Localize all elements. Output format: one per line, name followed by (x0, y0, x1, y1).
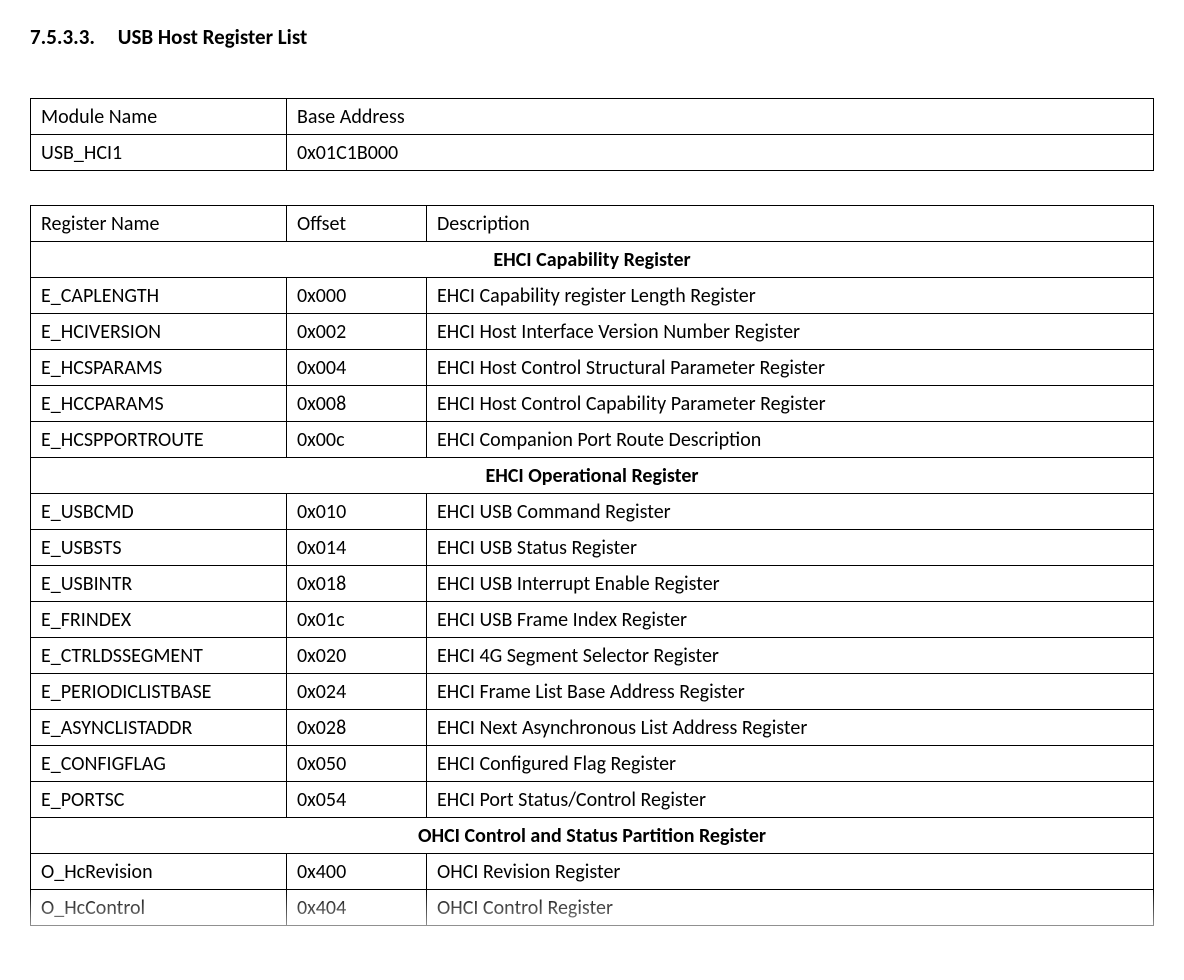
offset-cell: 0x008 (287, 386, 427, 422)
description-cell: EHCI Capability register Length Register (427, 278, 1154, 314)
table-row: O_HcRevision 0x400 OHCI Revision Registe… (31, 854, 1154, 890)
register-name-cell: E_CAPLENGTH (31, 278, 287, 314)
description-cell: OHCI Revision Register (427, 854, 1154, 890)
description-cell: EHCI USB Command Register (427, 494, 1154, 530)
table-row: E_FRINDEX 0x01c EHCI USB Frame Index Reg… (31, 602, 1154, 638)
register-table: Register Name Offset Description EHCI Ca… (30, 205, 1154, 926)
offset-cell: 0x020 (287, 638, 427, 674)
register-name-cell: E_HCSPPORTROUTE (31, 422, 287, 458)
description-cell: OHCI Control Register (427, 890, 1154, 926)
register-name-cell: O_HcControl (31, 890, 287, 926)
table-row: E_ASYNCLISTADDR 0x028 EHCI Next Asynchro… (31, 710, 1154, 746)
description-cell: EHCI Frame List Base Address Register (427, 674, 1154, 710)
section-title-cell: EHCI Operational Register (31, 458, 1154, 494)
section-title-cell: EHCI Capability Register (31, 242, 1154, 278)
register-name-cell: E_HCIVERSION (31, 314, 287, 350)
register-name-cell: E_CONFIGFLAG (31, 746, 287, 782)
section-heading: 7.5.3.3. USB Host Register List (30, 24, 1154, 50)
table-row: E_CONFIGFLAG 0x050 EHCI Configured Flag … (31, 746, 1154, 782)
table-header-row: Register Name Offset Description (31, 206, 1154, 242)
table-row: E_USBINTR 0x018 EHCI USB Interrupt Enabl… (31, 566, 1154, 602)
description-cell: EHCI Configured Flag Register (427, 746, 1154, 782)
section-row: OHCI Control and Status Partition Regist… (31, 818, 1154, 854)
table-row: E_HCIVERSION 0x002 EHCI Host Interface V… (31, 314, 1154, 350)
register-name-cell: O_HcRevision (31, 854, 287, 890)
section-number: 7.5.3.3. (30, 24, 95, 50)
offset-cell: 0x018 (287, 566, 427, 602)
register-name-header: Register Name (31, 206, 287, 242)
description-cell: EHCI Host Interface Version Number Regis… (427, 314, 1154, 350)
offset-header: Offset (287, 206, 427, 242)
description-cell: EHCI Companion Port Route Description (427, 422, 1154, 458)
offset-cell: 0x01c (287, 602, 427, 638)
register-name-cell: E_USBCMD (31, 494, 287, 530)
section-row: EHCI Operational Register (31, 458, 1154, 494)
register-name-cell: E_PERIODICLISTBASE (31, 674, 287, 710)
offset-cell: 0x028 (287, 710, 427, 746)
description-cell: EHCI Host Control Structural Parameter R… (427, 350, 1154, 386)
offset-cell: 0x004 (287, 350, 427, 386)
table-row: E_PERIODICLISTBASE 0x024 EHCI Frame List… (31, 674, 1154, 710)
table-row: E_PORTSC 0x054 EHCI Port Status/Control … (31, 782, 1154, 818)
table-row: E_HCSPPORTROUTE 0x00c EHCI Companion Por… (31, 422, 1154, 458)
offset-cell: 0x404 (287, 890, 427, 926)
offset-cell: 0x024 (287, 674, 427, 710)
register-name-cell: E_ASYNCLISTADDR (31, 710, 287, 746)
table-row: USB_HCI1 0x01C1B000 (31, 135, 1154, 171)
offset-cell: 0x050 (287, 746, 427, 782)
offset-cell: 0x00c (287, 422, 427, 458)
register-name-cell: E_HCSPARAMS (31, 350, 287, 386)
register-name-cell: E_HCCPARAMS (31, 386, 287, 422)
base-address-header: Base Address (287, 99, 1154, 135)
offset-cell: 0x002 (287, 314, 427, 350)
description-cell: EHCI Next Asynchronous List Address Regi… (427, 710, 1154, 746)
table-row: E_CTRLDSSEGMENT 0x020 EHCI 4G Segment Se… (31, 638, 1154, 674)
description-cell: EHCI Host Control Capability Parameter R… (427, 386, 1154, 422)
description-cell: EHCI USB Interrupt Enable Register (427, 566, 1154, 602)
table-row: E_USBSTS 0x014 EHCI USB Status Register (31, 530, 1154, 566)
offset-cell: 0x000 (287, 278, 427, 314)
register-name-cell: E_PORTSC (31, 782, 287, 818)
base-address-cell: 0x01C1B000 (287, 135, 1154, 171)
table-row: E_HCCPARAMS 0x008 EHCI Host Control Capa… (31, 386, 1154, 422)
offset-cell: 0x400 (287, 854, 427, 890)
register-name-cell: E_CTRLDSSEGMENT (31, 638, 287, 674)
offset-cell: 0x010 (287, 494, 427, 530)
description-cell: EHCI USB Frame Index Register (427, 602, 1154, 638)
offset-cell: 0x014 (287, 530, 427, 566)
register-name-cell: E_FRINDEX (31, 602, 287, 638)
table-row: E_CAPLENGTH 0x000 EHCI Capability regist… (31, 278, 1154, 314)
table-row: E_USBCMD 0x010 EHCI USB Command Register (31, 494, 1154, 530)
table-header-row: Module Name Base Address (31, 99, 1154, 135)
register-name-cell: E_USBSTS (31, 530, 287, 566)
section-title: USB Host Register List (118, 24, 307, 50)
description-cell: EHCI Port Status/Control Register (427, 782, 1154, 818)
section-row: EHCI Capability Register (31, 242, 1154, 278)
offset-cell: 0x054 (287, 782, 427, 818)
section-title-cell: OHCI Control and Status Partition Regist… (31, 818, 1154, 854)
module-table: Module Name Base Address USB_HCI1 0x01C1… (30, 98, 1154, 171)
module-name-cell: USB_HCI1 (31, 135, 287, 171)
table-row: E_HCSPARAMS 0x004 EHCI Host Control Stru… (31, 350, 1154, 386)
table-row: O_HcControl 0x404 OHCI Control Register (31, 890, 1154, 926)
description-header: Description (427, 206, 1154, 242)
description-cell: EHCI USB Status Register (427, 530, 1154, 566)
description-cell: EHCI 4G Segment Selector Register (427, 638, 1154, 674)
module-name-header: Module Name (31, 99, 287, 135)
register-name-cell: E_USBINTR (31, 566, 287, 602)
